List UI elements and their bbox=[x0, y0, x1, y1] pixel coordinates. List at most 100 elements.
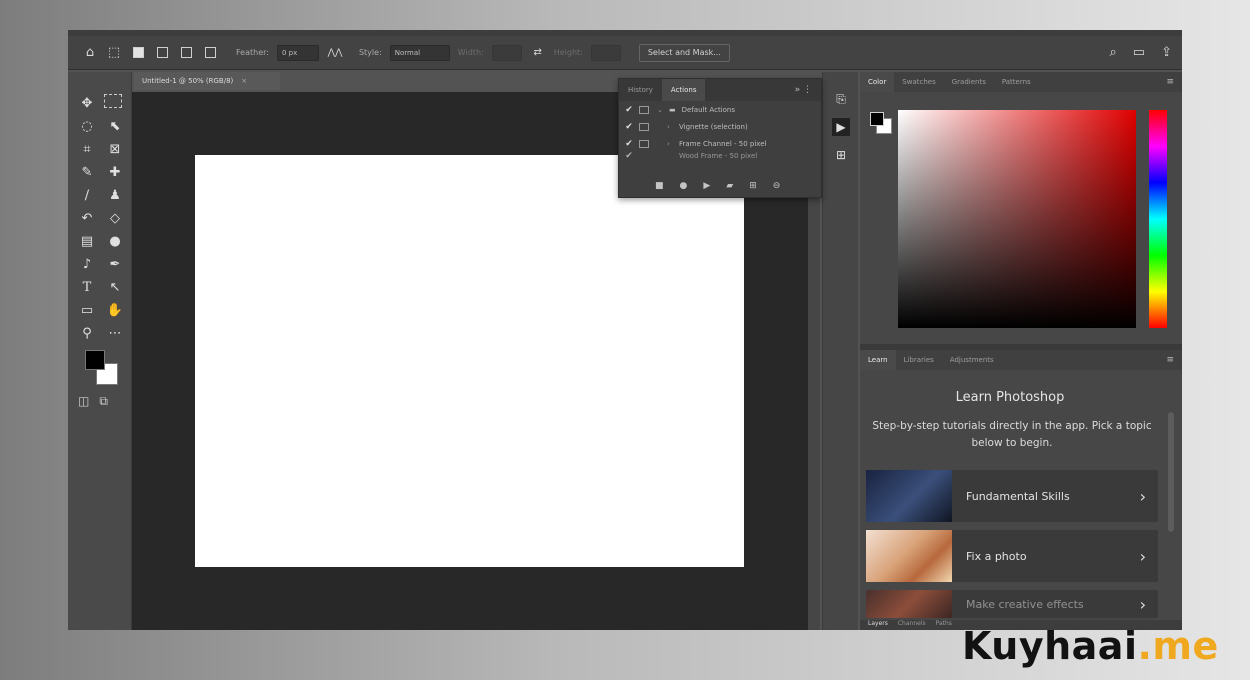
tutorial-card-fix-photo[interactable]: Fix a photo › bbox=[866, 530, 1158, 582]
check-icon[interactable]: ✔ bbox=[619, 105, 639, 115]
action-row[interactable]: ✔ › Frame Channel - 50 pixel bbox=[619, 135, 821, 152]
tutorial-card-fundamental-skills[interactable]: Fundamental Skills › bbox=[866, 470, 1158, 522]
watermark-logo: Kuyhaai.me bbox=[962, 624, 1219, 668]
new-action-icon[interactable]: ⊞ bbox=[749, 181, 757, 191]
dialog-toggle-icon[interactable] bbox=[639, 152, 649, 160]
chevron-right-icon[interactable]: › bbox=[667, 140, 679, 148]
anti-alias-icon[interactable]: ⋀⋀ bbox=[327, 45, 343, 61]
intersect-selection-icon[interactable] bbox=[202, 45, 218, 61]
hue-slider[interactable] bbox=[1149, 110, 1167, 328]
new-set-icon[interactable]: ▰ bbox=[726, 181, 733, 191]
select-and-mask-button[interactable]: Select and Mask... bbox=[638, 43, 730, 62]
crop-tool-icon[interactable]: ⌗ bbox=[76, 140, 98, 158]
width-input[interactable] bbox=[491, 44, 522, 61]
check-icon[interactable]: ✔ bbox=[619, 122, 639, 132]
tab-learn[interactable]: Learn bbox=[860, 350, 896, 370]
tab-color[interactable]: Color bbox=[860, 72, 895, 92]
dialog-toggle-icon[interactable] bbox=[639, 122, 649, 131]
more-tools-icon[interactable]: ⋯ bbox=[104, 324, 126, 342]
rectangular-marquee-icon[interactable] bbox=[104, 94, 122, 108]
action-row[interactable]: ✔ Wood Frame - 50 pixel bbox=[619, 152, 821, 160]
actions-panel: History Actions » ⋮ ✔ ⌄ ▬ Default Action… bbox=[618, 78, 822, 198]
history-brush-icon[interactable]: ↶ bbox=[76, 209, 98, 227]
feather-input[interactable]: 0 px bbox=[276, 44, 319, 61]
record-icon[interactable]: ● bbox=[680, 181, 688, 191]
blur-tool-icon[interactable]: ● bbox=[104, 232, 126, 250]
watermark-suffix: .me bbox=[1137, 624, 1219, 668]
hand-tool-icon[interactable]: ✋ bbox=[104, 301, 126, 319]
gradient-tool-icon[interactable]: ▤ bbox=[76, 232, 98, 250]
feather-label: Feather: bbox=[236, 48, 269, 57]
color-foreground-swatch[interactable] bbox=[870, 112, 884, 126]
tab-gradients[interactable]: Gradients bbox=[944, 72, 994, 92]
screen-mode-icon[interactable]: ⧉ bbox=[99, 394, 108, 409]
panel-menu-icon[interactable]: ≡ bbox=[1158, 72, 1182, 92]
learn-title: Learn Photoshop bbox=[955, 390, 1065, 405]
action-label: Vignette (selection) bbox=[679, 122, 748, 131]
dialog-toggle-icon[interactable] bbox=[639, 139, 649, 148]
marquee-tool-icon[interactable]: ⬚ bbox=[106, 45, 122, 61]
healing-brush-icon[interactable]: ✚ bbox=[104, 163, 126, 181]
tab-channels[interactable]: Channels bbox=[898, 620, 926, 630]
frame-tool-icon[interactable]: ⊠ bbox=[104, 140, 126, 158]
document-canvas[interactable] bbox=[195, 155, 744, 567]
actions-panel-footer: ■ ● ▶ ▰ ⊞ ⊖ bbox=[655, 181, 780, 191]
tab-history[interactable]: History bbox=[619, 79, 662, 101]
stop-icon[interactable]: ■ bbox=[655, 181, 664, 191]
subtract-selection-icon[interactable] bbox=[178, 45, 194, 61]
path-selection-icon[interactable]: ↖ bbox=[104, 278, 126, 296]
move-tool-icon[interactable]: ✥ bbox=[76, 94, 98, 112]
pen-tool-icon[interactable]: ✒ bbox=[104, 255, 126, 273]
dodge-tool-icon[interactable]: ♪ bbox=[76, 255, 98, 273]
new-selection-icon[interactable] bbox=[130, 45, 146, 61]
type-tool-icon[interactable]: T bbox=[76, 278, 98, 296]
eyedropper-icon[interactable]: ✎ bbox=[76, 163, 98, 181]
learn-panel: Learn Libraries Adjustments ≡ Learn Phot… bbox=[860, 350, 1182, 630]
panel-menu-icon[interactable]: » ⋮ bbox=[786, 79, 821, 101]
chevron-right-icon[interactable]: › bbox=[667, 123, 679, 131]
tab-actions[interactable]: Actions bbox=[661, 79, 706, 101]
clone-stamp-icon[interactable]: ♟ bbox=[104, 186, 126, 204]
history-panel-icon[interactable]: ⎘ bbox=[832, 90, 850, 108]
add-selection-icon[interactable] bbox=[154, 45, 170, 61]
learn-scrollbar[interactable] bbox=[1168, 412, 1174, 532]
style-select[interactable]: Normal bbox=[389, 44, 450, 61]
check-icon[interactable]: ✔ bbox=[619, 139, 639, 149]
eraser-icon[interactable]: ◇ bbox=[104, 209, 126, 227]
rectangle-tool-icon[interactable]: ▭ bbox=[76, 301, 98, 319]
share-icon[interactable]: ⇪ bbox=[1161, 45, 1172, 60]
height-input[interactable] bbox=[590, 44, 621, 61]
workspace-icon[interactable]: ▭ bbox=[1133, 45, 1145, 60]
chevron-down-icon[interactable]: ⌄ bbox=[657, 106, 669, 114]
photoshop-window: ⌂ ⬚ Feather: 0 px ⋀⋀ Style: Normal Width… bbox=[68, 30, 1182, 630]
tab-adjustments[interactable]: Adjustments bbox=[942, 350, 1002, 370]
document-tab[interactable]: Untitled-1 @ 50% (RGB/8) × bbox=[134, 72, 280, 90]
brush-tool-icon[interactable]: ∕ bbox=[76, 186, 98, 204]
tutorial-card-creative-effects[interactable]: Make creative effects › bbox=[866, 590, 1158, 618]
lasso-tool-icon[interactable]: ◌ bbox=[76, 117, 98, 135]
color-picker-field[interactable] bbox=[898, 110, 1136, 328]
tab-patterns[interactable]: Patterns bbox=[994, 72, 1039, 92]
tab-swatches[interactable]: Swatches bbox=[894, 72, 943, 92]
zoom-tool-icon[interactable]: ⚲ bbox=[76, 324, 98, 342]
swap-icon[interactable]: ⇄ bbox=[530, 45, 546, 61]
search-icon[interactable]: ⌕ bbox=[1110, 45, 1117, 60]
tab-paths[interactable]: Paths bbox=[936, 620, 952, 630]
properties-panel-icon[interactable]: ⊞ bbox=[832, 146, 850, 164]
options-bar: ⌂ ⬚ Feather: 0 px ⋀⋀ Style: Normal Width… bbox=[68, 36, 1182, 70]
foreground-color-swatch[interactable] bbox=[85, 350, 105, 370]
tab-libraries[interactable]: Libraries bbox=[896, 350, 942, 370]
action-row[interactable]: ✔ ⌄ ▬ Default Actions bbox=[619, 101, 821, 118]
delete-icon[interactable]: ⊖ bbox=[773, 181, 781, 191]
close-icon[interactable]: × bbox=[241, 77, 247, 85]
actions-panel-icon[interactable]: ▶ bbox=[832, 118, 850, 136]
object-selection-icon[interactable]: ⬉ bbox=[104, 117, 126, 135]
tab-layers[interactable]: Layers bbox=[868, 620, 888, 630]
play-icon[interactable]: ▶ bbox=[703, 181, 710, 191]
quick-mask-icon[interactable]: ◫ bbox=[78, 394, 89, 409]
action-row[interactable]: ✔ › Vignette (selection) bbox=[619, 118, 821, 135]
home-icon[interactable]: ⌂ bbox=[82, 45, 98, 61]
check-icon[interactable]: ✔ bbox=[619, 152, 639, 160]
dialog-toggle-icon[interactable] bbox=[639, 105, 649, 114]
panel-menu-icon[interactable]: ≡ bbox=[1158, 350, 1182, 370]
